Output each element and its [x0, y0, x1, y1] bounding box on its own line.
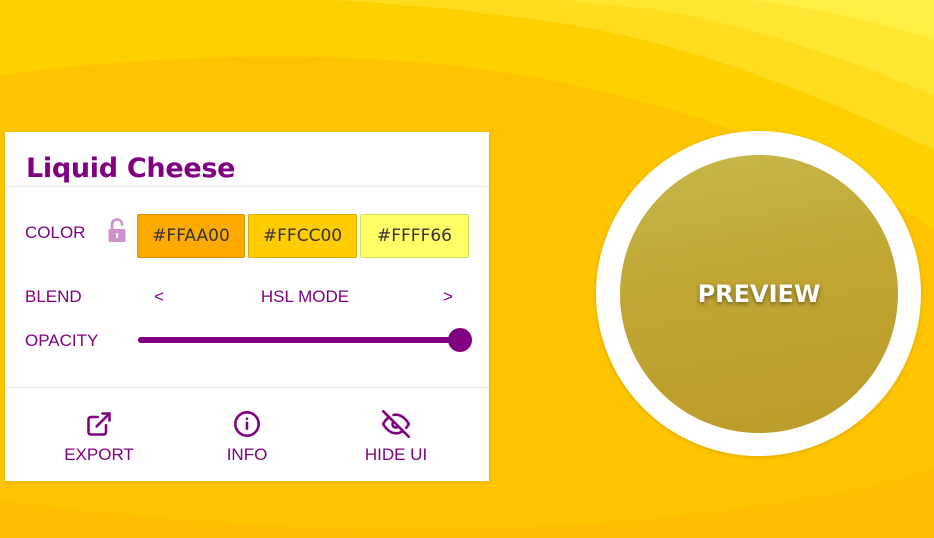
opacity-slider-thumb[interactable] [448, 328, 472, 352]
export-button[interactable]: EXPORT [39, 410, 159, 465]
preview-label: PREVIEW [697, 280, 821, 308]
hide-ui-button[interactable]: HIDE UI [336, 410, 456, 465]
blend-prev-button[interactable]: < [149, 287, 169, 307]
blend-label: BLEND [25, 287, 82, 306]
opacity-slider[interactable] [138, 328, 472, 352]
info-label: INFO [226, 445, 268, 464]
divider-top [5, 186, 489, 187]
control-panel: Liquid Cheese COLOR #FFAA00 #FFCC00 #FFF… [4, 131, 490, 482]
color-swatch-3[interactable]: #FFFF66 [360, 214, 469, 258]
preview-circle[interactable]: PREVIEW [620, 155, 898, 433]
blend-next-button[interactable]: > [438, 287, 458, 307]
divider-bottom [5, 387, 489, 388]
unlock-icon[interactable] [107, 218, 127, 244]
export-label: EXPORT [64, 445, 134, 464]
hide-ui-label: HIDE UI [364, 445, 428, 464]
info-button[interactable]: INFO [187, 410, 307, 465]
external-link-icon [87, 412, 111, 436]
blend-mode-value: HSL MODE [260, 287, 350, 306]
color-swatch-2[interactable]: #FFCC00 [248, 214, 357, 258]
color-label: COLOR [25, 223, 86, 242]
eye-off-icon [381, 410, 411, 438]
preview-ring: PREVIEW [596, 131, 921, 456]
opacity-slider-fill [138, 337, 460, 343]
app-title: Liquid Cheese [26, 153, 236, 184]
info-icon [234, 411, 260, 437]
color-swatch-1[interactable]: #FFAA00 [137, 214, 245, 258]
opacity-label: OPACITY [25, 331, 99, 350]
